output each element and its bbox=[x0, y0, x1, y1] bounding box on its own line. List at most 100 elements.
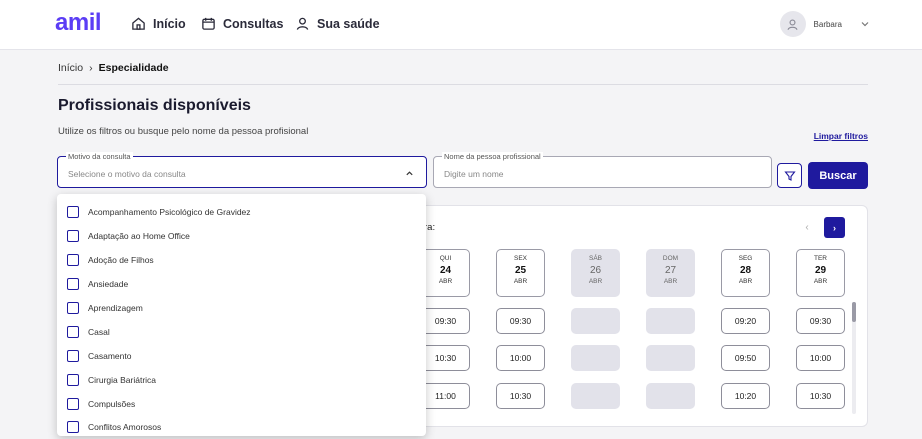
user-menu[interactable]: Barbara bbox=[779, 11, 870, 37]
option-label: Adoção de Filhos bbox=[88, 255, 154, 265]
day-weekday: SEG bbox=[738, 255, 753, 262]
top-header: amil Início Consultas Sua saúde Barbara bbox=[0, 0, 922, 50]
option-label: Acompanhamento Psicológico de Gravidez bbox=[88, 207, 251, 217]
checkbox[interactable] bbox=[67, 206, 79, 218]
checkbox[interactable] bbox=[67, 374, 79, 386]
nav-label-consultas: Consultas bbox=[223, 16, 284, 31]
breadcrumb-current: Especialidade bbox=[98, 62, 169, 74]
checkbox[interactable] bbox=[67, 421, 79, 433]
time-slot[interactable]: 09:50 bbox=[721, 345, 770, 371]
time-slot-empty bbox=[646, 383, 695, 409]
clear-filters-link[interactable]: Limpar filtros bbox=[814, 131, 868, 141]
filter-button[interactable] bbox=[777, 163, 802, 188]
checkbox[interactable] bbox=[67, 350, 79, 362]
dropdown-option[interactable]: Adoção de Filhos bbox=[67, 251, 154, 269]
time-slot-empty bbox=[571, 345, 620, 371]
time-slot[interactable]: 11:00 bbox=[421, 383, 470, 409]
nav-label-sua-saude: Sua saúde bbox=[317, 16, 380, 31]
time-slot[interactable]: 10:30 bbox=[796, 383, 845, 409]
time-slot[interactable]: 09:30 bbox=[796, 308, 845, 334]
user-name: Barbara bbox=[813, 19, 842, 29]
day-weekday: SÁB bbox=[588, 255, 602, 262]
day-weekday: DOM bbox=[662, 255, 679, 262]
option-label: Cirurgia Bariátrica bbox=[88, 375, 157, 385]
avatar bbox=[779, 11, 806, 37]
day-number: 26 bbox=[589, 265, 602, 276]
next-days-button[interactable]: › bbox=[824, 217, 845, 238]
dropdown-option[interactable]: Aprendizagem bbox=[67, 299, 143, 317]
option-label: Casamento bbox=[88, 351, 132, 361]
motivo-dropdown-list: Acompanhamento Psicológico de Gravidez A… bbox=[57, 194, 426, 436]
day-number: 25 bbox=[514, 265, 527, 276]
nome-placeholder: Digite um nome bbox=[444, 169, 504, 179]
motivo-select[interactable]: Motivo da consulta Selecione o motivo da… bbox=[57, 152, 427, 188]
option-label: Compulsões bbox=[88, 399, 136, 409]
option-label: Ansiedade bbox=[88, 279, 129, 289]
search-button[interactable]: Buscar bbox=[808, 162, 868, 189]
day-number: 28 bbox=[739, 265, 752, 276]
chevron-down-icon bbox=[861, 22, 869, 27]
breadcrumb-home[interactable]: Início bbox=[58, 62, 83, 74]
nav-item-inicio[interactable]: Início bbox=[131, 16, 186, 31]
checkbox[interactable] bbox=[67, 326, 79, 338]
day-header-dom: DOM 27 ABR bbox=[646, 249, 695, 297]
day-weekday: SEX bbox=[513, 255, 527, 262]
time-slot[interactable]: 10:30 bbox=[496, 383, 545, 409]
dropdown-option[interactable]: Casamento bbox=[67, 347, 131, 365]
divider bbox=[58, 84, 868, 85]
time-slot[interactable]: 10:20 bbox=[721, 383, 770, 409]
calendar-icon bbox=[202, 17, 215, 30]
day-month: ABR bbox=[588, 278, 603, 285]
dropdown-option[interactable]: Conflitos Amorosos bbox=[67, 418, 161, 436]
time-slot[interactable]: 09:20 bbox=[721, 308, 770, 334]
nav-item-consultas[interactable]: Consultas bbox=[201, 16, 283, 31]
amil-logo[interactable]: amil bbox=[55, 9, 102, 37]
day-header-ter[interactable]: TER 29 ABR bbox=[796, 249, 845, 297]
day-month: ABR bbox=[738, 278, 753, 285]
day-month: ABR bbox=[663, 278, 678, 285]
dropdown-option[interactable]: Compulsões bbox=[67, 395, 135, 413]
checkbox[interactable] bbox=[67, 254, 79, 266]
motivo-placeholder: Selecione o motivo da consulta bbox=[68, 169, 186, 179]
day-weekday: QUI bbox=[439, 255, 452, 262]
day-header-qui[interactable]: QUI 24 ABR bbox=[421, 249, 470, 297]
dropdown-option[interactable]: Adaptação ao Home Office bbox=[67, 227, 190, 245]
person-icon bbox=[296, 17, 309, 30]
time-slot[interactable]: 09:30 bbox=[496, 308, 545, 334]
time-slot[interactable]: 10:00 bbox=[796, 345, 845, 371]
day-number: 29 bbox=[814, 265, 827, 276]
time-slot-empty bbox=[646, 308, 695, 334]
schedule-scrollbar-thumb[interactable] bbox=[852, 302, 856, 322]
prev-days-button[interactable]: ‹ bbox=[800, 220, 814, 234]
breadcrumb-separator: › bbox=[89, 62, 93, 74]
home-icon bbox=[132, 17, 145, 30]
nome-label: Nome da pessoa profissional bbox=[442, 152, 543, 161]
page-subtitle: Utilize os filtros ou busque pelo nome d… bbox=[58, 126, 309, 137]
dropdown-option[interactable]: Acompanhamento Psicológico de Gravidez bbox=[67, 203, 251, 221]
time-slot[interactable]: 09:30 bbox=[421, 308, 470, 334]
checkbox[interactable] bbox=[67, 230, 79, 242]
dropdown-option[interactable]: Ansiedade bbox=[67, 275, 128, 293]
time-slot[interactable]: 10:00 bbox=[496, 345, 545, 371]
day-month: ABR bbox=[438, 278, 453, 285]
day-header-seg[interactable]: SEG 28 ABR bbox=[721, 249, 770, 297]
checkbox[interactable] bbox=[67, 398, 79, 410]
motivo-label: Motivo da consulta bbox=[66, 152, 133, 161]
day-month: ABR bbox=[513, 278, 528, 285]
nav-item-sua-saude[interactable]: Sua saúde bbox=[295, 16, 380, 31]
time-slot-empty bbox=[571, 308, 620, 334]
option-label: Conflitos Amorosos bbox=[88, 422, 162, 432]
dropdown-option[interactable]: Cirurgia Bariátrica bbox=[67, 371, 156, 389]
filter-icon bbox=[783, 170, 796, 181]
dropdown-option[interactable]: Casal bbox=[67, 323, 110, 341]
option-label: Aprendizagem bbox=[88, 303, 143, 313]
breadcrumb: Início › Especialidade bbox=[58, 62, 169, 74]
day-weekday: TER bbox=[814, 255, 827, 262]
time-slot[interactable]: 10:30 bbox=[421, 345, 470, 371]
chevron-up-icon bbox=[406, 171, 413, 176]
checkbox[interactable] bbox=[67, 302, 79, 314]
nome-input[interactable]: Nome da pessoa profissional Digite um no… bbox=[433, 152, 772, 188]
day-header-sex[interactable]: SEX 25 ABR bbox=[496, 249, 545, 297]
checkbox[interactable] bbox=[67, 278, 79, 290]
day-header-sab: SÁB 26 ABR bbox=[571, 249, 620, 297]
